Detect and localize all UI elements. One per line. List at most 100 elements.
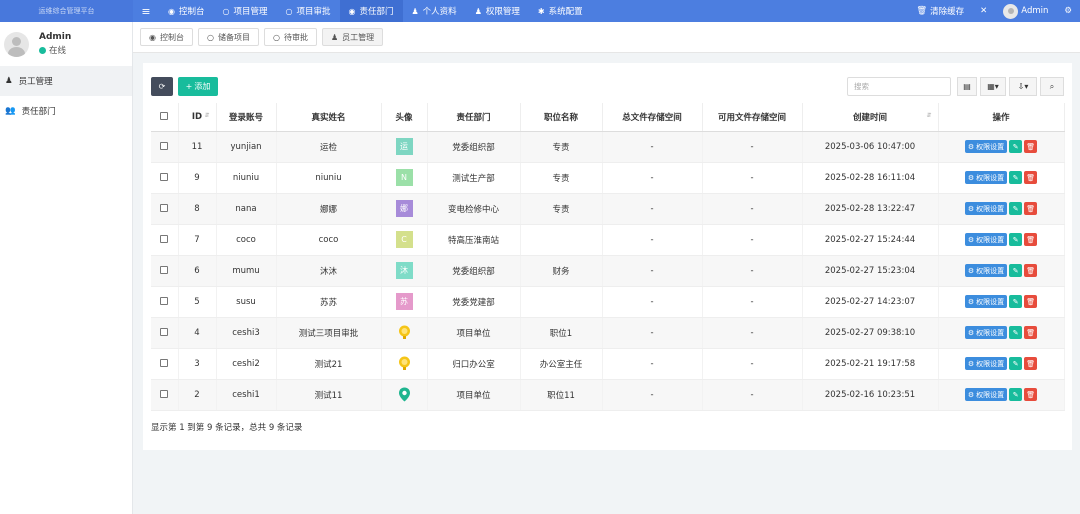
edit-button[interactable]: ✎	[1009, 140, 1023, 153]
row-checkbox[interactable]	[151, 255, 179, 287]
nav-system-config[interactable]: ✱ 系统配置	[529, 0, 592, 22]
nav-dashboard[interactable]: ◉ 控制台	[159, 0, 214, 22]
trash-icon: 🗑	[1026, 359, 1036, 368]
cell-real-name: niuniu	[276, 162, 382, 194]
nav-project-management[interactable]: ○ 项目管理	[214, 0, 277, 22]
row-checkbox[interactable]	[151, 379, 179, 411]
permission-settings-label: 权限设置	[976, 142, 1005, 151]
clear-cache-button[interactable]: 🗑 清除缓存	[908, 5, 972, 17]
fullscreen-icon[interactable]: ✕	[972, 6, 995, 16]
nav-department[interactable]: ◉ 责任部门	[339, 0, 403, 22]
edit-button[interactable]: ✎	[1009, 233, 1023, 246]
cell-position: 财务	[520, 255, 603, 287]
row-checkbox[interactable]	[151, 317, 179, 349]
cell-account: susu	[216, 286, 277, 318]
cell-account: mumu	[216, 255, 277, 287]
sidebar-item-employee-management[interactable]: ♟ 员工管理	[0, 66, 132, 96]
user-menu[interactable]: Admin	[995, 3, 1056, 19]
cell-created-time: 2025-02-27 09:38:10	[802, 317, 939, 349]
cell-id: 11	[178, 131, 217, 163]
permission-settings-button[interactable]: ⚙ 权限设置	[964, 264, 1008, 277]
delete-button[interactable]: 🗑	[1024, 264, 1038, 277]
col-operations: 操作	[938, 103, 1065, 132]
row-checkbox[interactable]	[151, 224, 179, 256]
tab-dashboard[interactable]: ◉ 控制台	[140, 28, 193, 46]
refresh-button[interactable]: ⟳	[151, 77, 173, 96]
col-created-time[interactable]: 创建时间 ⇵	[802, 103, 939, 132]
delete-button[interactable]: 🗑	[1024, 140, 1038, 153]
brand-logo[interactable]: 运维综合管理平台	[0, 0, 133, 22]
select-all-checkbox[interactable]	[151, 103, 179, 132]
delete-button[interactable]: 🗑	[1024, 388, 1038, 401]
cell-created-time: 2025-02-28 16:11:04	[802, 162, 939, 194]
nav-profile[interactable]: ♟ 个人资料	[403, 0, 466, 22]
nav-project-approval[interactable]: ○ 项目审批	[277, 0, 340, 22]
cell-available-storage: -	[702, 193, 803, 225]
cell-avatar: N	[381, 162, 428, 194]
cell-account: ceshi1	[216, 379, 277, 411]
row-checkbox[interactable]	[151, 193, 179, 225]
table-row: 4 ceshi3 测试三项目审批 项目单位 职位1 - - 2025-02-27…	[151, 317, 1065, 349]
delete-button[interactable]: 🗑	[1024, 171, 1038, 184]
tab-pending-approval[interactable]: ○ 待审批	[263, 28, 317, 46]
cell-total-storage: -	[602, 379, 703, 411]
permission-settings-button[interactable]: ⚙ 权限设置	[964, 171, 1008, 184]
sidebar-item-department[interactable]: 👥 责任部门	[0, 96, 132, 126]
export-button[interactable]: ⇩▾	[1009, 77, 1037, 96]
cell-real-name: 沐沐	[276, 255, 382, 287]
edit-button[interactable]: ✎	[1009, 295, 1023, 308]
cell-total-storage: -	[602, 286, 703, 318]
edit-button[interactable]: ✎	[1009, 171, 1023, 184]
delete-button[interactable]: 🗑	[1024, 202, 1038, 215]
tab-employee-management[interactable]: ♟ 员工管理	[321, 28, 384, 46]
delete-button[interactable]: 🗑	[1024, 357, 1038, 370]
permission-settings-button[interactable]: ⚙ 权限设置	[964, 140, 1008, 153]
settings-gear-icon[interactable]: ⚙	[1056, 6, 1080, 16]
edit-button[interactable]: ✎	[1009, 202, 1023, 215]
row-checkbox[interactable]	[151, 348, 179, 380]
permission-settings-button[interactable]: ⚙ 权限设置	[964, 388, 1008, 401]
edit-button[interactable]: ✎	[1009, 264, 1023, 277]
user-icon: ♟	[330, 32, 339, 42]
cell-department: 归口办公室	[427, 348, 521, 380]
nav-permissions[interactable]: ♟ 权限管理	[466, 0, 529, 22]
cell-position: 专责	[520, 162, 603, 194]
cell-operations: ⚙ 权限设置 ✎ 🗑	[938, 286, 1065, 318]
advanced-search-button[interactable]: ⌕	[1040, 77, 1064, 96]
gear-icon: ⚙	[967, 328, 975, 337]
col-avatar: 头像	[381, 103, 428, 132]
trash-icon: 🗑	[1026, 142, 1036, 151]
cell-avatar: 娜	[381, 193, 428, 225]
col-id[interactable]: ID ⇵	[178, 103, 217, 132]
add-button[interactable]: + 添加	[178, 77, 218, 96]
permission-settings-button[interactable]: ⚙ 权限设置	[964, 202, 1008, 215]
menu-toggle-icon[interactable]: ≡	[133, 5, 159, 18]
toggle-view-button[interactable]: ▤	[957, 77, 977, 96]
tab-reserve-projects[interactable]: ○ 储备项目	[197, 28, 259, 46]
cell-id: 6	[178, 255, 217, 287]
permission-settings-button[interactable]: ⚙ 权限设置	[964, 233, 1008, 246]
gear-icon: ⚙	[967, 204, 975, 213]
tab-label: 员工管理	[342, 32, 375, 42]
gear-icon: ⚙	[967, 266, 975, 275]
cell-position	[520, 224, 603, 256]
search-input[interactable]: 搜索	[847, 77, 951, 96]
row-checkbox[interactable]	[151, 286, 179, 318]
cell-operations: ⚙ 权限设置 ✎ 🗑	[938, 255, 1065, 287]
delete-button[interactable]: 🗑	[1024, 326, 1038, 339]
permission-settings-label: 权限设置	[976, 173, 1005, 182]
delete-button[interactable]: 🗑	[1024, 233, 1038, 246]
permission-settings-button[interactable]: ⚙ 权限设置	[964, 295, 1008, 308]
permission-settings-button[interactable]: ⚙ 权限设置	[964, 326, 1008, 339]
row-checkbox[interactable]	[151, 162, 179, 194]
edit-button[interactable]: ✎	[1009, 388, 1023, 401]
edit-button[interactable]: ✎	[1009, 326, 1023, 339]
edit-button[interactable]: ✎	[1009, 357, 1023, 370]
permission-settings-button[interactable]: ⚙ 权限设置	[964, 357, 1008, 370]
columns-button[interactable]: ▦▾	[980, 77, 1006, 96]
table-tools: 搜索 ▤ ▦▾ ⇩▾ ⌕	[847, 77, 1064, 96]
delete-button[interactable]: 🗑	[1024, 295, 1038, 308]
row-checkbox[interactable]	[151, 131, 179, 163]
page-tabs: ◉ 控制台 ○ 储备项目 ○ 待审批 ♟ 员工管理	[133, 22, 1080, 53]
table-header-row: ID ⇵ 登录账号 真实姓名 头像 责任部门 职位名称 总文件存储空间 可用文件存…	[151, 103, 1065, 132]
